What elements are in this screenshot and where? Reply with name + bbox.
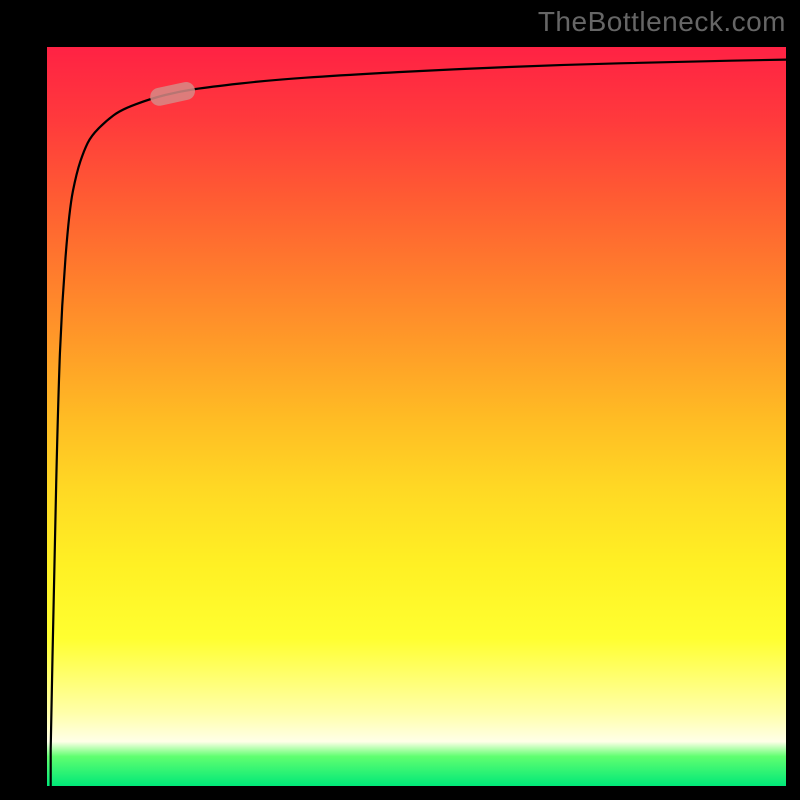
- chart-frame: TheBottleneck.com: [0, 0, 800, 800]
- highlight-pill: [149, 80, 197, 107]
- attribution-text: TheBottleneck.com: [538, 6, 786, 38]
- bottleneck-curve: [51, 60, 786, 786]
- plot-area: [47, 47, 786, 786]
- curve-layer: [47, 47, 786, 786]
